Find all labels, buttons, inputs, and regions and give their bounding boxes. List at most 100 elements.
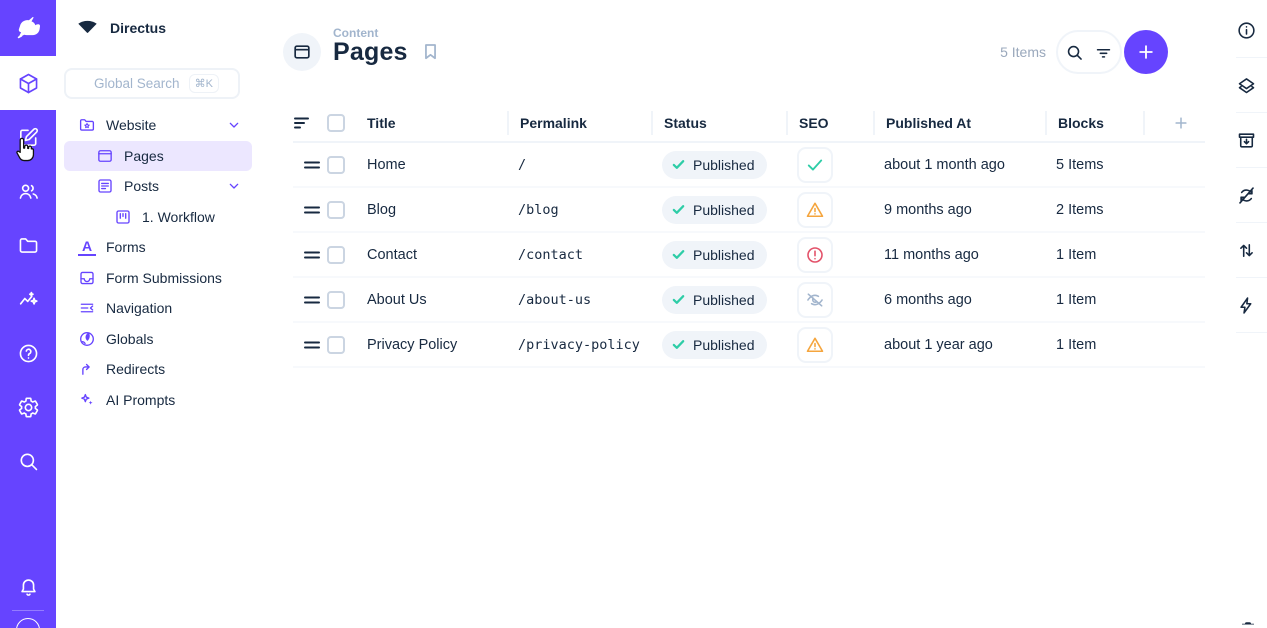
module-bar-bottom [0, 564, 56, 628]
avatar[interactable] [16, 618, 40, 628]
global-search-input[interactable]: Global Search ⌘K [64, 68, 240, 99]
table-row[interactable]: Contact /contact Published 11 months ago… [293, 233, 1205, 278]
cell-blocks: 2 Items [1045, 202, 1143, 218]
edit-icon [17, 126, 40, 149]
project-header[interactable]: Directus [56, 0, 260, 37]
directus-app: Directus Global Search ⌘K Website Pages [0, 0, 1267, 628]
cell-published-at: about 1 year ago [873, 337, 1045, 353]
status-badge: Published [662, 241, 767, 269]
bookmark-button[interactable] [420, 41, 441, 67]
directus-logo-button[interactable] [0, 0, 56, 56]
sidebar-sync-disabled-button[interactable] [1226, 168, 1267, 223]
cell-title: Home [356, 157, 507, 173]
row-checkbox[interactable] [327, 201, 345, 219]
module-item-settings[interactable] [0, 380, 56, 434]
sidebar-item-label: 1. Workflow [142, 209, 215, 225]
collection-icon-badge [283, 33, 321, 71]
drag-handle-icon[interactable] [293, 159, 327, 171]
sidebar-swap-vertical-button[interactable] [1226, 223, 1267, 278]
column-header-seo[interactable]: SEO [786, 111, 873, 135]
row-checkbox[interactable] [327, 336, 345, 354]
module-item-insights[interactable] [0, 272, 56, 326]
cell-permalink: /contact [507, 247, 651, 263]
chevron-down-icon[interactable] [226, 178, 242, 194]
select-all-checkbox[interactable] [327, 114, 345, 132]
drag-handle-icon[interactable] [293, 249, 327, 261]
column-header-status[interactable]: Status [651, 111, 786, 135]
table-row[interactable]: Home / Published about 1 month ago 5 Ite… [293, 143, 1205, 188]
table-row[interactable]: About Us /about-us Published 6 months ag… [293, 278, 1205, 323]
search-icon[interactable] [1065, 43, 1084, 62]
module-item-users[interactable] [0, 164, 56, 218]
cell-title: Privacy Policy [356, 337, 507, 353]
drag-handle-icon[interactable] [293, 339, 327, 351]
manual-sort-toggle[interactable] [293, 111, 327, 135]
check-icon [671, 337, 686, 352]
sidebar-item-label: AI Prompts [106, 392, 175, 408]
sidebar-item-workflow[interactable]: 1. Workflow [64, 202, 252, 233]
table-row[interactable]: Blog /blog Published 9 months ago 2 Item… [293, 188, 1205, 233]
directus-wedge-logo-icon [76, 19, 99, 37]
module-item-help[interactable] [0, 326, 56, 380]
notifications-button[interactable] [0, 564, 56, 610]
column-header-permalink[interactable]: Permalink [507, 111, 651, 135]
cell-permalink: / [507, 157, 651, 173]
sync-disabled-icon [1236, 185, 1257, 206]
chevron-down-icon[interactable] [226, 117, 242, 133]
cell-published-at: 11 months ago [873, 247, 1045, 263]
module-item-search[interactable] [0, 434, 56, 488]
insights-icon [17, 288, 40, 311]
cell-title: Blog [356, 202, 507, 218]
sidebar-item-label: Posts [124, 178, 159, 194]
sidebar-item-pages[interactable]: Pages [64, 141, 252, 172]
row-checkbox[interactable] [327, 156, 345, 174]
add-column-button[interactable] [1143, 111, 1205, 135]
column-header-title[interactable]: Title [356, 111, 507, 135]
seo-indicator [797, 237, 833, 273]
bell-icon [17, 576, 40, 599]
filter-icon[interactable] [1094, 43, 1113, 62]
seo-indicator [797, 327, 833, 363]
seo-error-icon [805, 245, 825, 265]
folder-star-icon [78, 116, 96, 134]
sidebar-item-globals[interactable]: Globals [64, 324, 252, 355]
row-checkbox[interactable] [327, 246, 345, 264]
sidebar-item-form-submissions[interactable]: Form Submissions [64, 263, 252, 294]
sidebar-flows-button[interactable] [1226, 278, 1267, 333]
column-header-published-at[interactable]: Published At [873, 111, 1045, 135]
sidebar-item-redirects[interactable]: Redirects [64, 354, 252, 385]
column-header-blocks[interactable]: Blocks [1045, 111, 1143, 135]
layers-icon [1236, 75, 1257, 96]
cell-blocks: 1 Item [1045, 247, 1143, 263]
users-icon [17, 180, 40, 203]
sidebar-item-posts[interactable]: Posts [64, 171, 252, 202]
help-icon [17, 342, 40, 365]
right-sidebar [1226, 0, 1267, 628]
drag-handle-icon[interactable] [293, 294, 327, 306]
module-item-files[interactable] [0, 218, 56, 272]
cell-published-at: 9 months ago [873, 202, 1045, 218]
drag-handle-icon[interactable] [293, 204, 327, 216]
plus-icon [1136, 42, 1156, 62]
sidebar-item-website[interactable]: Website [64, 110, 252, 141]
cell-permalink: /blog [507, 202, 651, 218]
collection-tree: Website Pages Posts 1. Wor [64, 110, 252, 415]
table-row[interactable]: Privacy Policy /privacy-policy Published… [293, 323, 1205, 368]
sidebar-item-label: Redirects [106, 361, 165, 377]
sidebar-item-label: Globals [106, 331, 153, 347]
sidebar-archive-button[interactable] [1226, 113, 1267, 168]
sidebar-item-forms[interactable]: A Forms [64, 232, 252, 263]
add-item-button[interactable] [1124, 30, 1168, 74]
sidebar-info-button[interactable] [1226, 3, 1267, 58]
row-checkbox[interactable] [327, 291, 345, 309]
browser-window-icon [96, 147, 114, 165]
cell-permalink: /privacy-policy [507, 337, 651, 353]
check-icon [671, 247, 686, 262]
module-item-content[interactable] [0, 110, 56, 164]
sidebar-item-navigation[interactable]: Navigation [64, 293, 252, 324]
sidebar-item-ai-prompts[interactable]: AI Prompts [64, 385, 252, 416]
item-count: 5 Items [1000, 44, 1046, 60]
module-item-box[interactable] [0, 56, 56, 110]
info-icon [1236, 20, 1257, 41]
sidebar-layers-button[interactable] [1226, 58, 1267, 113]
